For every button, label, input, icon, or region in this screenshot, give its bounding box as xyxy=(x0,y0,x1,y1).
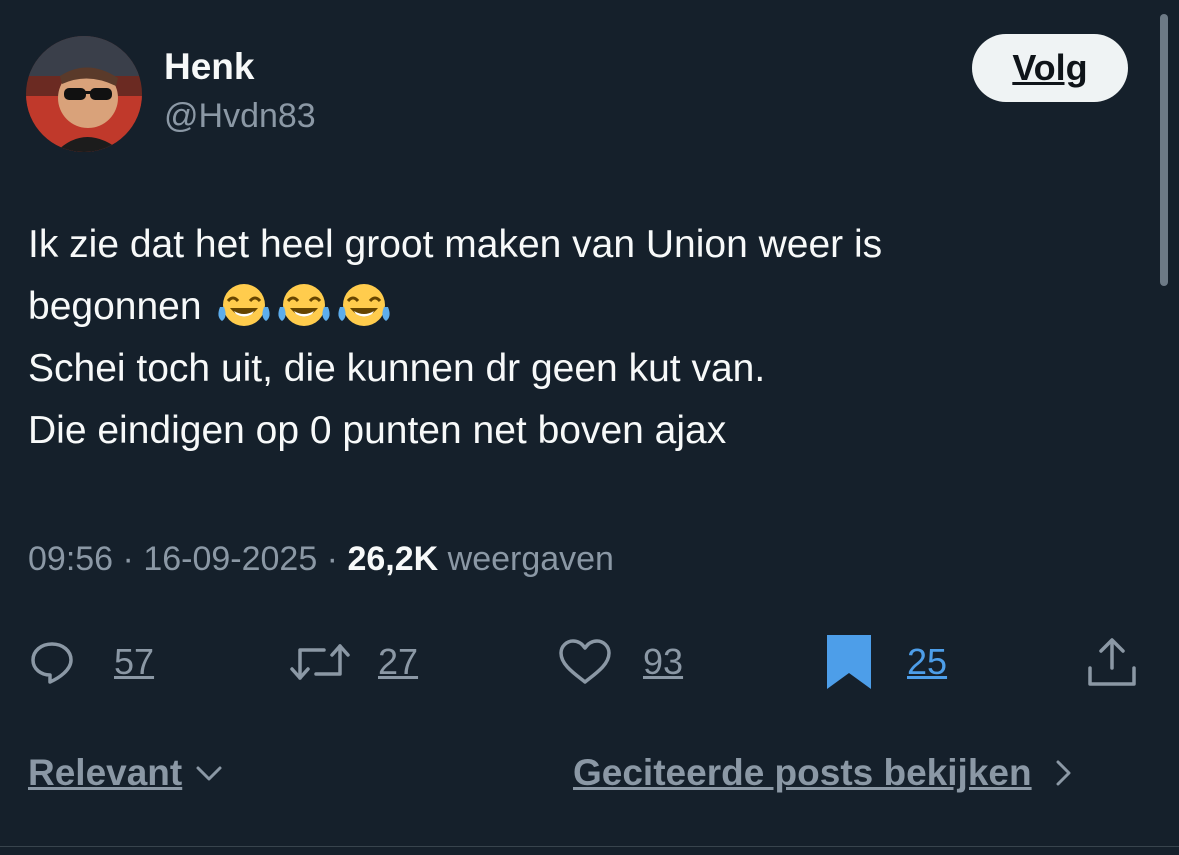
tweet-text: Ik zie dat het heel groot maken van Unio… xyxy=(28,214,1138,462)
avatar[interactable] xyxy=(26,36,142,152)
reply-button[interactable]: 57 xyxy=(28,630,154,694)
quotes-label: Geciteerde posts bekijken xyxy=(573,752,1032,793)
repost-icon xyxy=(290,644,350,680)
chevron-right-icon xyxy=(1056,760,1071,786)
laughing-emoji-icon xyxy=(218,284,270,326)
repost-button[interactable]: 27 xyxy=(288,630,418,694)
share-button[interactable] xyxy=(1086,630,1138,694)
bookmark-button[interactable]: 25 xyxy=(825,630,947,694)
like-count[interactable]: 93 xyxy=(643,641,683,683)
laughing-emoji-icon xyxy=(338,284,390,326)
repost-count[interactable]: 27 xyxy=(378,641,418,683)
share-icon xyxy=(1088,638,1136,686)
tweet-time[interactable]: 09:56 xyxy=(28,540,113,578)
reply-count[interactable]: 57 xyxy=(114,641,154,683)
tweet-line: Ik zie dat het heel groot maken van Unio… xyxy=(28,223,883,266)
meta-separator: · xyxy=(113,540,144,578)
author-display-name[interactable]: Henk xyxy=(164,46,254,88)
like-button[interactable]: 93 xyxy=(557,630,683,694)
tweet-line: Schei toch uit, die kunnen dr geen kut v… xyxy=(28,347,766,390)
tweet-date[interactable]: 16-09-2025 xyxy=(143,540,317,578)
sort-label: Relevant xyxy=(28,752,183,793)
bookmark-icon xyxy=(827,635,871,689)
view-quotes-link[interactable]: Geciteerde posts bekijken xyxy=(573,752,1078,794)
tweet-line: Die eindigen op 0 punten net boven ajax xyxy=(28,409,727,452)
chevron-down-icon xyxy=(196,766,222,781)
author-handle[interactable]: @Hvdn83 xyxy=(164,97,316,136)
sort-replies-dropdown[interactable]: Relevant xyxy=(28,752,224,794)
follow-button[interactable]: Volg xyxy=(972,34,1128,102)
laughing-emoji-icon xyxy=(278,284,330,326)
avatar-photo xyxy=(26,36,142,152)
reply-icon xyxy=(31,642,73,684)
tweet-meta: 09:56 · 16-09-2025 · 26,2K weergaven xyxy=(28,540,614,579)
tweet-line: begonnen xyxy=(28,276,1138,338)
tweet-line-text: begonnen xyxy=(28,285,202,328)
scrollbar[interactable] xyxy=(1160,14,1168,286)
bookmark-count[interactable]: 25 xyxy=(907,641,947,683)
view-count: 26,2K xyxy=(347,540,439,578)
views-label: weergaven xyxy=(438,540,614,578)
meta-separator: · xyxy=(317,540,348,578)
heart-icon xyxy=(559,639,611,684)
divider xyxy=(0,846,1179,847)
